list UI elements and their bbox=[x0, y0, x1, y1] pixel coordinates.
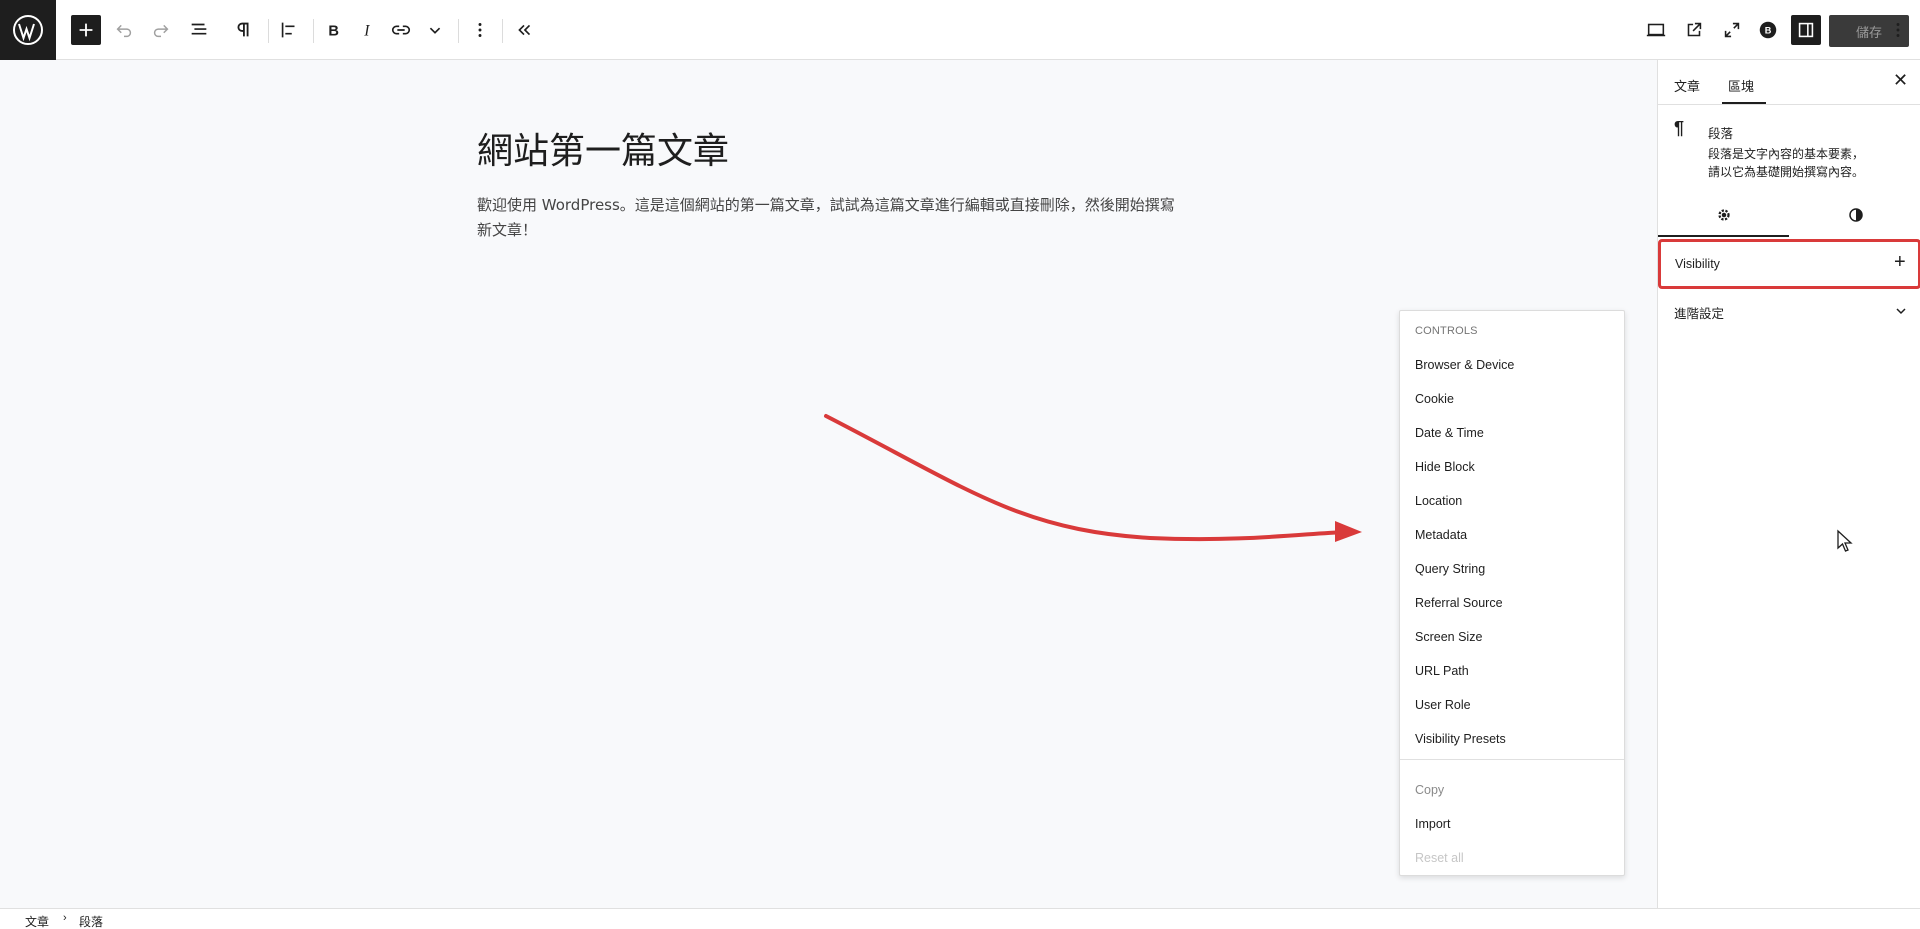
options-menu-icon[interactable] bbox=[1884, 16, 1912, 44]
add-block-button[interactable] bbox=[71, 15, 101, 45]
close-icon[interactable]: ✕ bbox=[1893, 70, 1908, 91]
collapse-toolbar-icon[interactable] bbox=[510, 16, 538, 44]
menu-item-hide-block[interactable]: Hide Block bbox=[1415, 460, 1475, 474]
visibility-label: Visibility bbox=[1675, 257, 1720, 271]
menu-item-metadata[interactable]: Metadata bbox=[1415, 528, 1467, 542]
menu-item-referral-source[interactable]: Referral Source bbox=[1415, 596, 1503, 610]
desktop-preview-icon[interactable] bbox=[1642, 16, 1670, 44]
bold-icon[interactable]: B bbox=[319, 16, 347, 44]
block-description-line: 段落是文字內容的基本要素， bbox=[1708, 147, 1865, 161]
menu-item-visibility-presets[interactable]: Visibility Presets bbox=[1415, 732, 1506, 746]
italic-icon[interactable]: I bbox=[353, 16, 381, 44]
menu-item-browser-device[interactable]: Browser & Device bbox=[1415, 358, 1514, 372]
editor-toolbar: B I B 儲存 bbox=[0, 0, 1920, 60]
toolbar-divider bbox=[268, 19, 269, 43]
post-title[interactable]: 網站第一篇文章 bbox=[477, 122, 729, 174]
link-icon[interactable] bbox=[387, 16, 415, 44]
menu-item-user-role[interactable]: User Role bbox=[1415, 698, 1471, 712]
visibility-panel-header[interactable]: Visibility + bbox=[1658, 239, 1920, 289]
breadcrumb-item-post[interactable]: 文章 bbox=[25, 913, 49, 929]
view-post-external-icon[interactable] bbox=[1680, 16, 1708, 44]
block-description-line: 請以它為基礎開始撰寫內容。 bbox=[1708, 165, 1865, 179]
menu-item-date-time[interactable]: Date & Time bbox=[1415, 426, 1484, 440]
dropdown-heading: CONTROLS bbox=[1415, 325, 1478, 337]
menu-item-reset-all[interactable]: Reset all bbox=[1415, 851, 1464, 865]
tab-block[interactable]: 區塊 bbox=[1728, 76, 1754, 95]
document-overview-icon[interactable] bbox=[185, 16, 213, 44]
settings-sidebar-toggle-icon[interactable] bbox=[1791, 15, 1821, 45]
mouse-cursor-icon bbox=[1837, 529, 1853, 552]
block-title: 段落 bbox=[1708, 127, 1734, 141]
undo-icon[interactable] bbox=[110, 16, 138, 44]
breadcrumb-separator-icon: › bbox=[63, 912, 67, 924]
wordpress-logo-icon[interactable] bbox=[0, 0, 56, 60]
active-settings-tab-indicator bbox=[1658, 235, 1789, 237]
menu-item-screen-size[interactable]: Screen Size bbox=[1415, 630, 1482, 644]
block-description: 段落是文字內容的基本要素， 請以它為基礎開始撰寫內容。 bbox=[1708, 145, 1908, 181]
menu-item-query-string[interactable]: Query String bbox=[1415, 562, 1485, 576]
annotation-arrow-icon bbox=[824, 414, 1362, 542]
menu-item-location[interactable]: Location bbox=[1415, 494, 1462, 508]
editor-canvas: 網站第一篇文章 歡迎使用 WordPress。這是這個網站的第一篇文章，試試為這… bbox=[0, 60, 1657, 908]
toolbar-divider bbox=[502, 19, 503, 43]
svg-text:B: B bbox=[1765, 26, 1772, 36]
advanced-settings-label: 進階設定 bbox=[1674, 307, 1725, 321]
chevron-down-icon bbox=[1896, 308, 1906, 315]
more-formats-chevron-icon[interactable] bbox=[421, 16, 449, 44]
settings-gear-icon[interactable] bbox=[1712, 203, 1736, 227]
visibility-controls-dropdown: CONTROLS Browser & Device Cookie Date & … bbox=[1399, 310, 1625, 876]
plugin-icon[interactable]: B bbox=[1754, 16, 1782, 44]
paragraph-block-icon: ¶ bbox=[1674, 118, 1685, 138]
settings-sidebar: 文章 區塊 ✕ ¶ 段落 段落是文字內容的基本要素， 請以它為基礎開始撰寫內容。… bbox=[1657, 60, 1920, 908]
block-breadcrumb: 文章 › 段落 bbox=[0, 908, 1920, 929]
align-icon[interactable] bbox=[275, 16, 303, 44]
toolbar-divider bbox=[458, 19, 459, 43]
menu-item-cookie[interactable]: Cookie bbox=[1415, 392, 1454, 406]
svg-text:I: I bbox=[363, 23, 370, 40]
paragraph-icon[interactable] bbox=[229, 16, 257, 44]
menu-item-copy[interactable]: Copy bbox=[1415, 783, 1444, 797]
menu-item-url-path[interactable]: URL Path bbox=[1415, 664, 1469, 678]
dropdown-divider bbox=[1400, 759, 1624, 760]
toolbar-divider bbox=[313, 19, 314, 43]
breadcrumb-item-paragraph[interactable]: 段落 bbox=[79, 913, 103, 929]
block-options-icon[interactable] bbox=[466, 16, 494, 44]
add-control-plus-icon[interactable]: + bbox=[1894, 251, 1906, 274]
advanced-settings-panel[interactable]: 進階設定 bbox=[1674, 303, 1909, 322]
styles-contrast-icon[interactable] bbox=[1844, 203, 1868, 227]
post-paragraph[interactable]: 歡迎使用 WordPress。這是這個網站的第一篇文章，試試為這篇文章進行編輯或… bbox=[477, 193, 1187, 243]
fullscreen-icon[interactable] bbox=[1718, 16, 1746, 44]
tab-post[interactable]: 文章 bbox=[1674, 76, 1700, 95]
sidebar-divider bbox=[1658, 104, 1920, 105]
menu-item-import[interactable]: Import bbox=[1415, 817, 1450, 831]
redo-icon[interactable] bbox=[147, 16, 175, 44]
svg-text:B: B bbox=[328, 24, 339, 40]
